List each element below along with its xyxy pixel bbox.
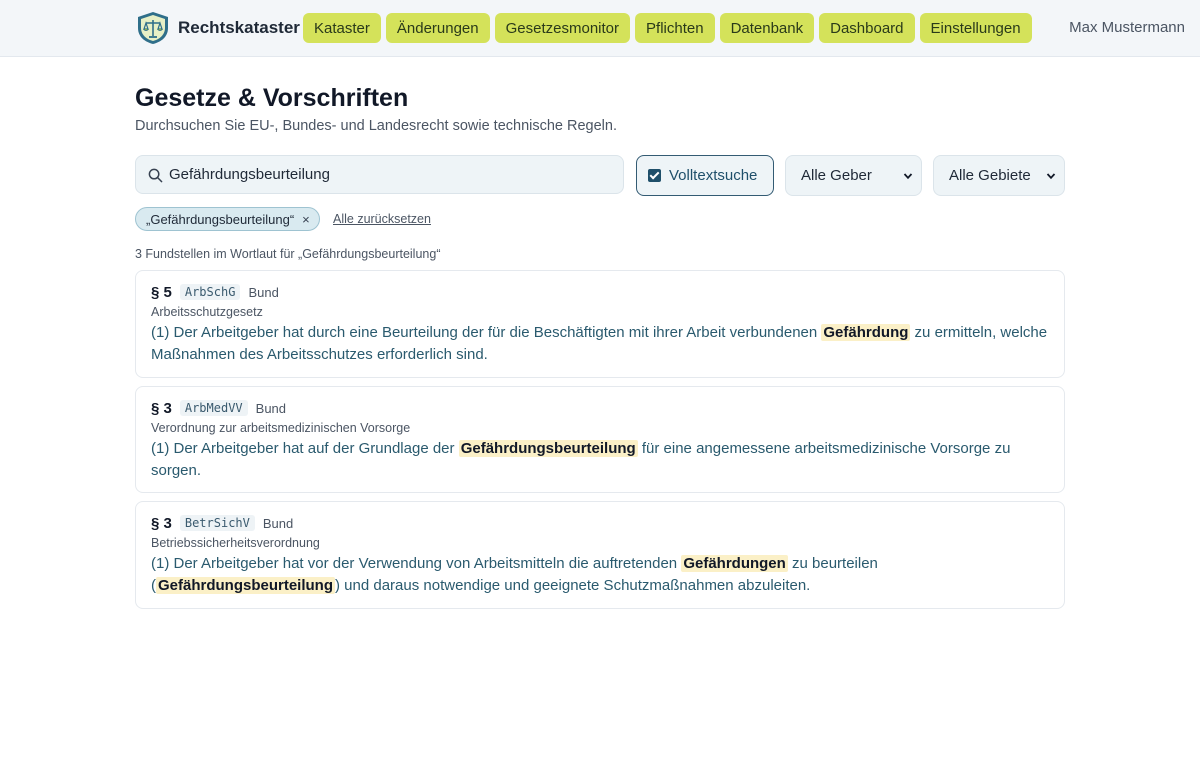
main-nav: Kataster Änderungen Gesetzesmonitor Pfli… xyxy=(303,13,1032,43)
legislation-level: Bund xyxy=(248,284,279,300)
paragraph-number: § 5 xyxy=(151,283,172,301)
search-box xyxy=(135,155,624,194)
chevron-down-icon xyxy=(903,173,913,180)
paragraph-number: § 3 xyxy=(151,514,172,532)
scales-shield-logo-icon[interactable] xyxy=(135,11,171,45)
search-input[interactable] xyxy=(169,156,609,193)
result-excerpt: (1) Der Arbeitgeber hat durch eine Beurt… xyxy=(151,324,1048,363)
law-name: Verordnung zur arbeitsmedizinischen Vors… xyxy=(151,421,411,435)
legislation-level: Bund xyxy=(262,515,294,531)
law-name: Betriebssicherheitsverordnung xyxy=(151,536,320,550)
gebiete-select-value: Alle Gebiete xyxy=(949,167,1031,184)
chip-label: „Gefährdungsbeurteilung“ xyxy=(146,211,295,227)
gebiete-select[interactable]: Alle Gebiete xyxy=(933,155,1065,196)
result-card[interactable]: § 3 ArbMedVV Bund Verordnung zur arbeits… xyxy=(135,386,1065,493)
brand-name[interactable]: Rechtskataster xyxy=(178,18,300,38)
chevron-down-icon xyxy=(1046,173,1056,180)
result-excerpt: (1) Der Arbeitgeber hat auf der Grundlag… xyxy=(151,440,1011,479)
top-navigation-bar: Rechtskataster Kataster Änderungen Geset… xyxy=(0,0,1200,57)
chip-remove-icon[interactable]: × xyxy=(302,212,310,227)
law-abbreviation: ArbSchG xyxy=(179,284,241,300)
legislation-level: Bund xyxy=(255,400,287,416)
reset-filters-link[interactable]: Alle zurücksetzen xyxy=(333,212,431,226)
result-card[interactable]: § 3 BetrSichV Bund Betriebssicherheitsve… xyxy=(135,501,1065,609)
search-highlight: Gefährdungsbeurteilung xyxy=(156,577,336,594)
nav-datenbank[interactable]: Datenbank xyxy=(719,13,815,43)
fulltext-label: Volltextsuche xyxy=(669,167,758,184)
active-filter-chip: „Gefährdungsbeurteilung“ × xyxy=(135,207,320,231)
search-icon xyxy=(148,168,163,183)
fulltext-toggle[interactable]: Volltextsuche xyxy=(636,155,774,196)
nav-pflichten[interactable]: Pflichten xyxy=(635,13,715,43)
law-abbreviation: BetrSichV xyxy=(179,515,255,531)
result-excerpt: (1) Der Arbeitgeber hat vor der Verwendu… xyxy=(151,555,878,594)
search-highlight: Gefährdungsbeurteilung xyxy=(458,440,638,457)
result-card[interactable]: § 5 ArbSchG Bund Arbeitsschutzgesetz (1)… xyxy=(135,270,1065,378)
search-highlight: Gefährdungen xyxy=(681,555,788,572)
law-name: Arbeitsschutzgesetz xyxy=(151,305,263,319)
nav-dashboard[interactable]: Dashboard xyxy=(819,13,915,43)
result-count: 3 Fundstellen im Wortlaut für „Gefährdun… xyxy=(135,247,441,261)
user-name[interactable]: Max Mustermann xyxy=(1069,19,1185,36)
geber-select[interactable]: Alle Geber xyxy=(785,155,922,196)
page-title: Gesetze & Vorschriften xyxy=(135,84,409,112)
nav-gesetzesmonitor[interactable]: Gesetzesmonitor xyxy=(494,13,631,43)
search-highlight: Gefährdung xyxy=(821,324,911,341)
nav-aenderungen[interactable]: Änderungen xyxy=(385,13,490,43)
paragraph-number: § 3 xyxy=(151,399,172,417)
page-subtitle: Durchsuchen Sie EU-, Bundes- und Landesr… xyxy=(135,118,617,134)
fulltext-checkbox[interactable] xyxy=(648,169,661,182)
nav-kataster[interactable]: Kataster xyxy=(303,13,381,43)
law-abbreviation: ArbMedVV xyxy=(179,400,248,416)
nav-einstellungen[interactable]: Einstellungen xyxy=(919,13,1032,43)
geber-select-value: Alle Geber xyxy=(801,167,872,184)
